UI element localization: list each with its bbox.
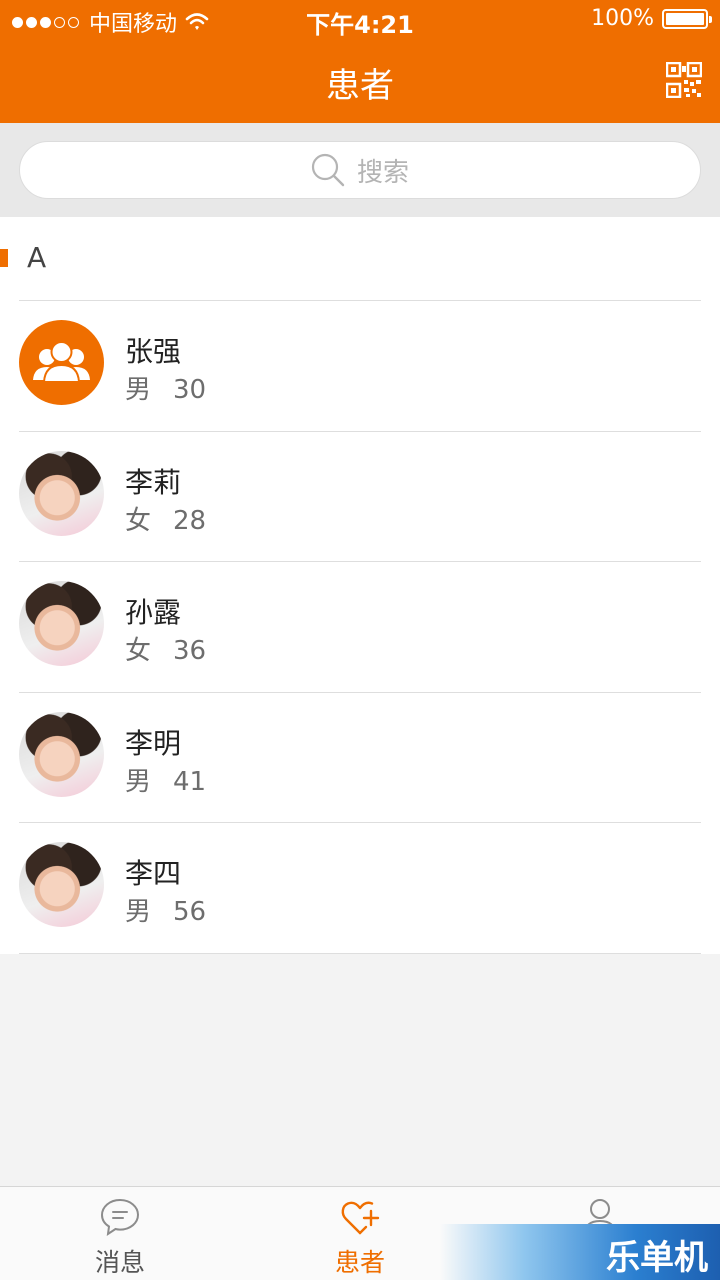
- status-bar: 中国移动 下午4:21 100%: [0, 0, 720, 40]
- avatar: [19, 842, 104, 927]
- chat-bubble-icon: [100, 1198, 140, 1237]
- patient-meta: 男 56: [125, 891, 206, 928]
- patient-row[interactable]: 张强 男 30: [0, 301, 720, 431]
- patient-gender: 女: [125, 506, 152, 536]
- patient-name: 张强: [125, 335, 182, 368]
- patient-name: 孙露: [125, 596, 182, 629]
- section-letter: A: [27, 241, 47, 274]
- patient-row[interactable]: 李明 男 41: [0, 693, 720, 823]
- avatar: [19, 451, 104, 536]
- patient-gender: 男: [125, 767, 152, 797]
- patient-age: 30: [173, 375, 207, 405]
- watermark-text: 乐单机: [606, 1238, 708, 1278]
- patient-meta: 男 30: [125, 369, 206, 406]
- patient-meta: 女 36: [125, 630, 206, 667]
- tab-messages[interactable]: 消息: [0, 1187, 240, 1280]
- patient-gender: 男: [125, 375, 152, 405]
- patient-gender: 女: [125, 636, 152, 666]
- avatar: [19, 581, 104, 666]
- status-right: 100%: [591, 6, 712, 31]
- patient-name: 李四: [125, 857, 182, 890]
- divider: [19, 953, 701, 954]
- section-marker: [0, 249, 8, 267]
- patient-meta: 男 41: [125, 761, 206, 798]
- section-header: A: [0, 217, 720, 301]
- qr-code-icon[interactable]: [666, 62, 702, 98]
- patient-name: 李明: [125, 727, 182, 760]
- search-input[interactable]: 搜索: [19, 141, 701, 199]
- battery-icon: [662, 8, 712, 29]
- patient-row[interactable]: 孙露 女 36: [0, 562, 720, 692]
- heart-plus-icon: [341, 1201, 380, 1235]
- search-placeholder: 搜索: [356, 157, 409, 188]
- patient-age: 36: [173, 636, 207, 666]
- battery-percent: 100%: [591, 6, 654, 31]
- group-avatar-icon: [19, 320, 104, 405]
- watermark-logo: 乐单机: [440, 1224, 720, 1280]
- patient-meta: 女 28: [125, 500, 206, 537]
- top-bar: 中国移动 下午4:21 100% 患者: [0, 0, 720, 123]
- patient-list: A 张强 男 30 李莉 女 28 孙露 女 36 李明 男 41 李四 男 5…: [0, 217, 720, 954]
- patient-name: 李莉: [125, 466, 182, 499]
- patient-age: 56: [173, 897, 207, 927]
- search-icon: [311, 153, 345, 187]
- patient-gender: 男: [125, 897, 152, 927]
- avatar: [19, 712, 104, 797]
- patient-row[interactable]: 李四 男 56: [0, 823, 720, 953]
- page-title: 患者: [326, 66, 394, 106]
- patient-age: 41: [173, 767, 207, 797]
- tab-label: 消息: [94, 1248, 145, 1277]
- patient-age: 28: [173, 506, 207, 536]
- search-area: 搜索: [0, 123, 720, 217]
- patient-row[interactable]: 李莉 女 28: [0, 432, 720, 562]
